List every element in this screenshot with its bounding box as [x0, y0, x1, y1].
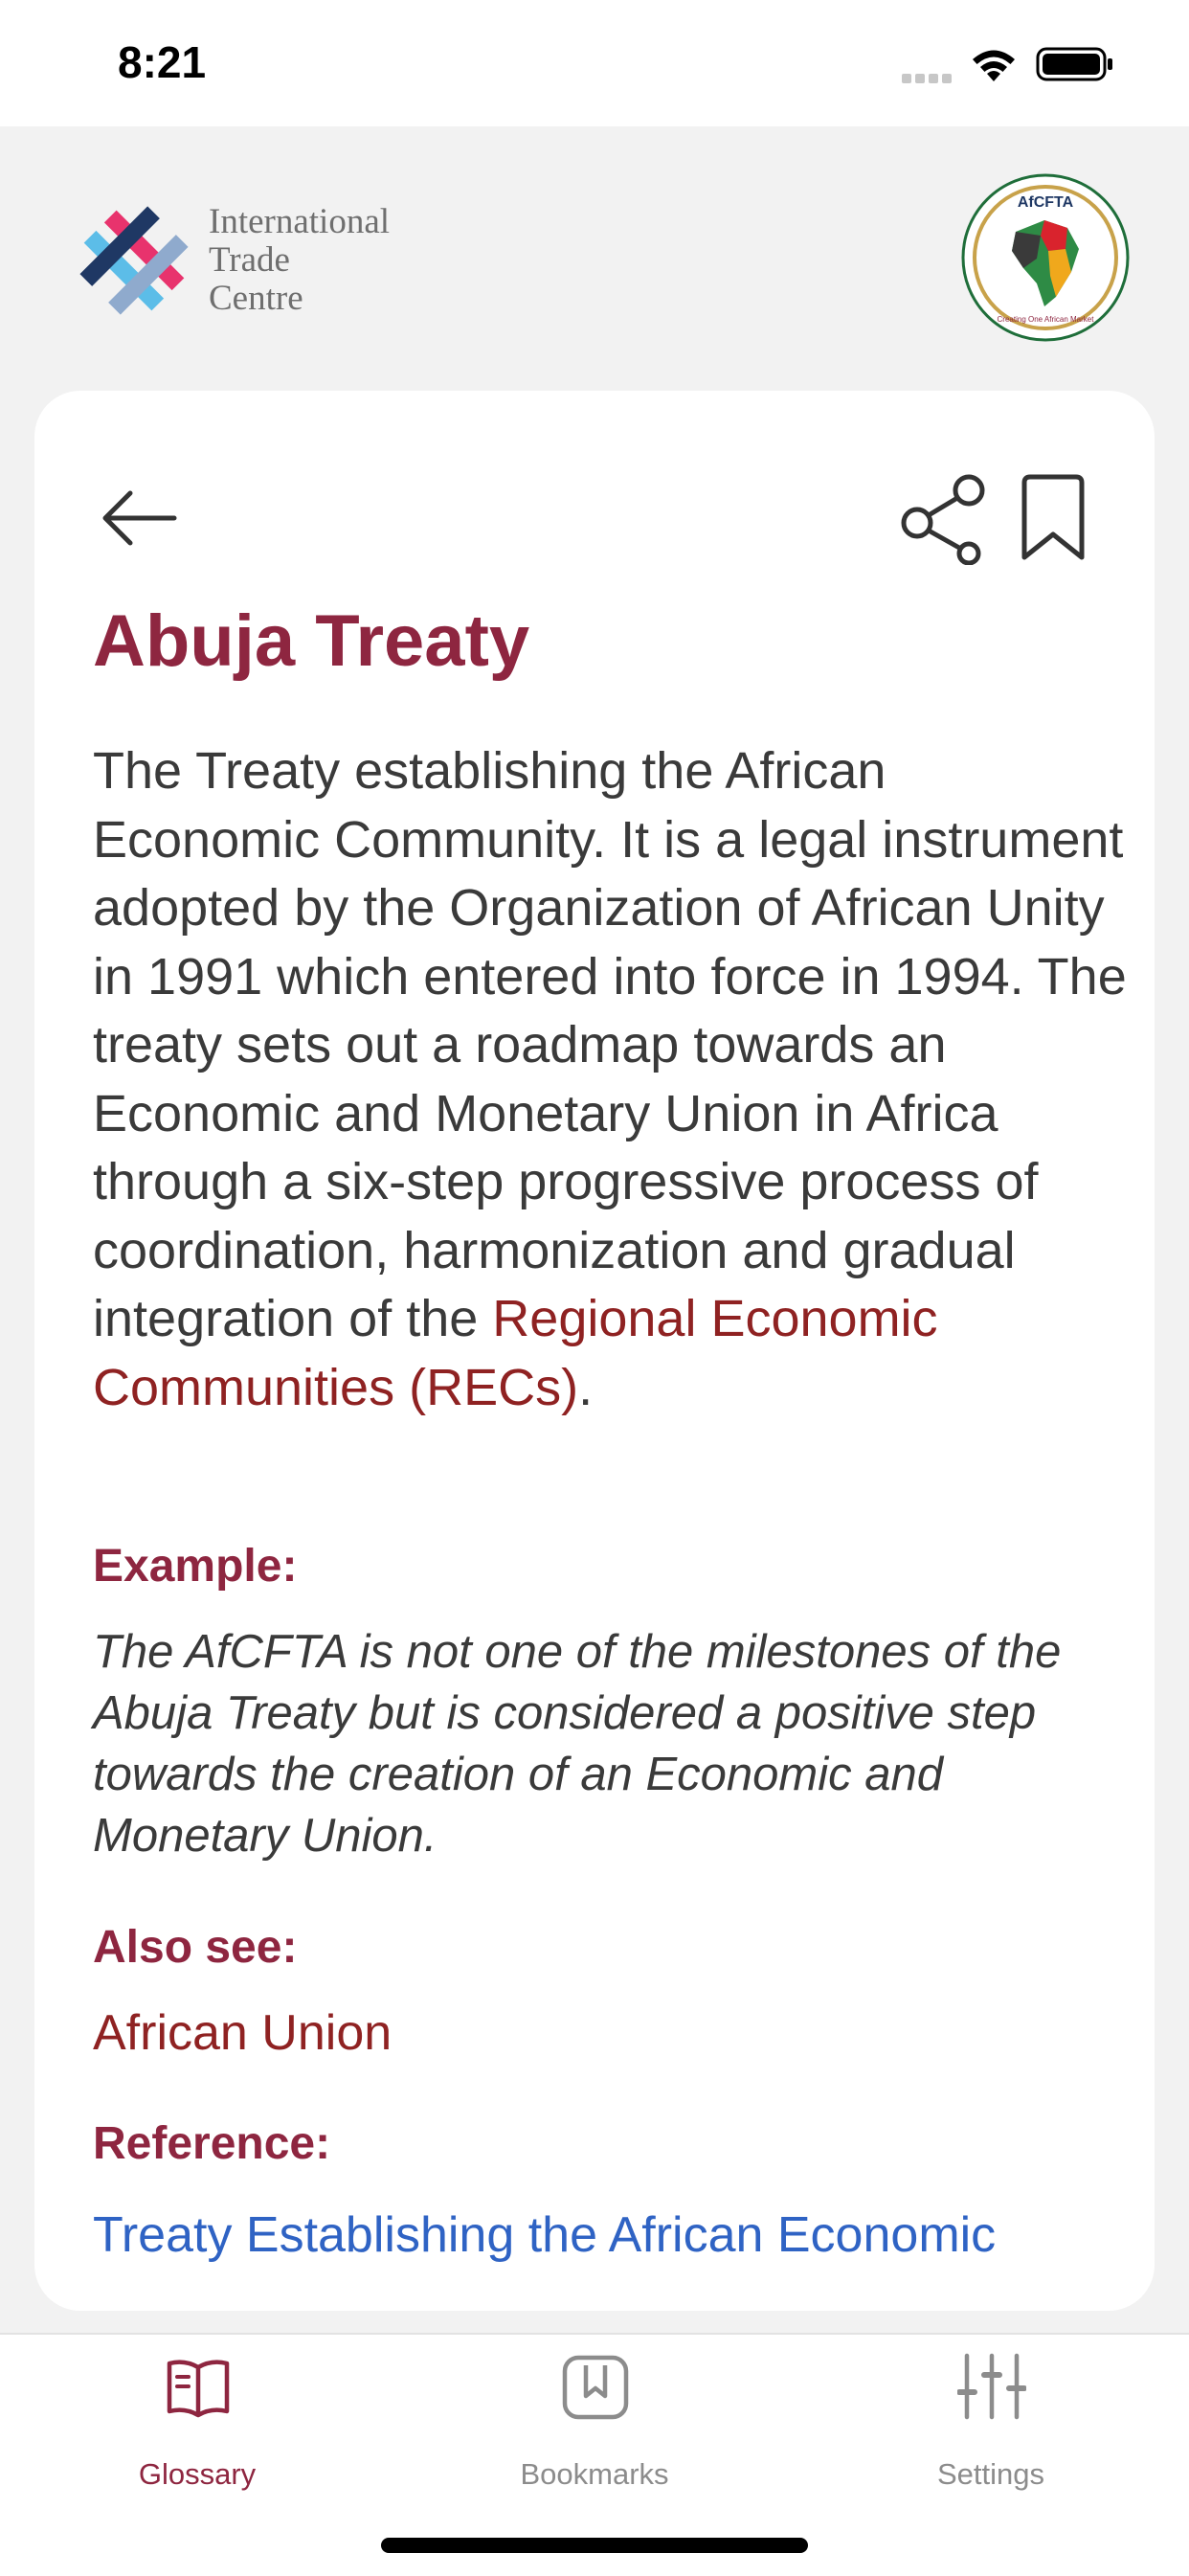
african-union-link[interactable]: African Union: [93, 2004, 392, 2062]
back-button[interactable]: [98, 477, 180, 559]
home-indicator: [381, 2538, 808, 2553]
share-button[interactable]: [896, 469, 992, 566]
example-text: The AfCFTA is not one of the milestones …: [93, 1626, 1062, 1862]
header: International Trade Centre AfCFTA Creati…: [0, 126, 1189, 390]
tab-settings-label: Settings: [936, 2457, 1044, 2491]
reference-link-container: Treaty Establishing the African Economic…: [93, 2201, 1136, 2272]
tab-glossary-label: Glossary: [138, 2457, 257, 2491]
afcfta-logo: AfCFTA Creating One African Market: [960, 172, 1131, 343]
tab-bookmarks[interactable]: Bookmarks: [451, 2335, 738, 2526]
wifi-icon: [973, 50, 1015, 81]
share-icon: [901, 474, 985, 566]
tab-settings[interactable]: Settings: [847, 2335, 1134, 2526]
book-icon: [167, 2360, 230, 2418]
sliders-icon: [957, 2353, 1026, 2420]
status-time: 8:21: [118, 37, 207, 87]
example-heading: Example:: [93, 1541, 298, 1592]
bookmark-square-icon: [562, 2355, 629, 2420]
afcfta-logo-text: AfCFTA: [1018, 194, 1074, 211]
tab-glossary[interactable]: Glossary: [54, 2335, 341, 2526]
tab-bookmarks-label: Bookmarks: [520, 2457, 669, 2491]
reference-link[interactable]: Treaty Establishing the African Economic…: [93, 2201, 1136, 2272]
battery-icon: [1036, 47, 1112, 81]
afcfta-logo-motto: Creating One African Market: [998, 315, 1095, 324]
definition-text: The Treaty establishing the African Econ…: [93, 742, 1127, 1416]
term-title: Abuja Treaty: [93, 600, 530, 682]
bookmark-button[interactable]: [1009, 469, 1097, 565]
arrow-left-icon: [102, 490, 177, 546]
bookmark-icon: [1021, 474, 1085, 560]
signal-icon: [902, 74, 952, 83]
status-bar: 8:21: [0, 0, 1189, 126]
definition-card: Abuja Treaty The Treaty establishing the…: [34, 391, 1155, 2311]
itc-logo: [57, 190, 211, 331]
reference-heading: Reference:: [93, 2118, 331, 2169]
status-icons: [902, 43, 1132, 83]
also-see-heading: Also see:: [93, 1922, 298, 1973]
itc-logo-text: International Trade Centre: [209, 202, 391, 318]
